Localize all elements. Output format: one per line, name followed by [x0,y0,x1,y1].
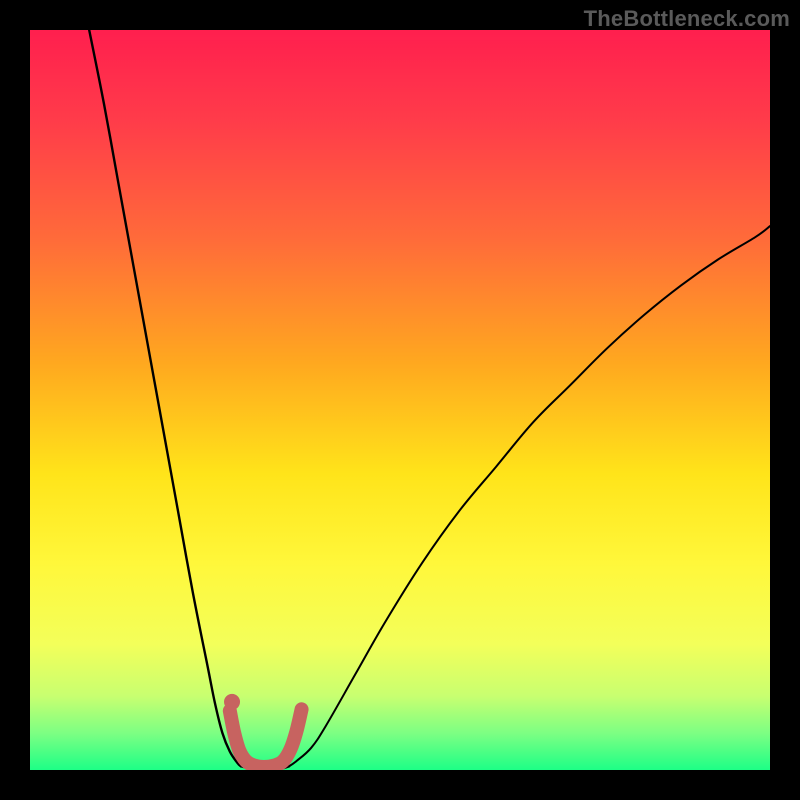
plot-area [30,30,770,770]
highlight-valley-u [230,709,302,767]
watermark-text: TheBottleneck.com [584,6,790,32]
highlight-valley-dot [224,694,240,710]
curve-left-branch [89,30,241,766]
chart-svg [30,30,770,770]
chart-frame: TheBottleneck.com [0,0,800,800]
curve-right-branch [289,226,770,766]
